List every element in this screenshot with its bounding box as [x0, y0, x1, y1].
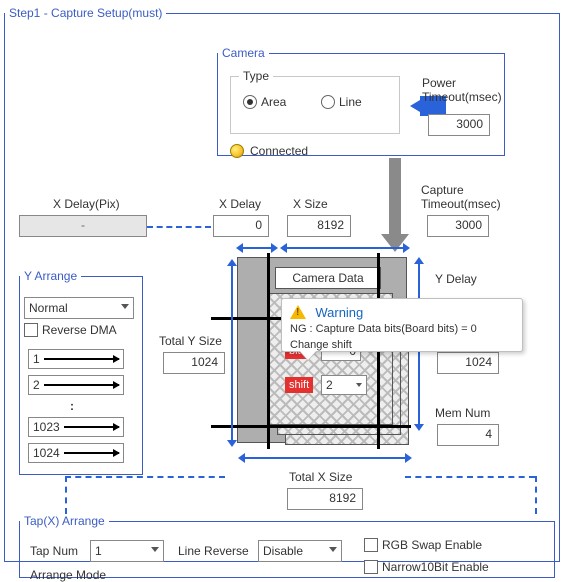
- radio-dot-icon: [243, 95, 257, 109]
- chevron-down-icon: [151, 547, 159, 552]
- y-row-1023: 1023: [28, 417, 124, 437]
- total-x-size-input[interactable]: 8192: [287, 488, 363, 510]
- arrange-mode-label: Arrange Mode: [30, 568, 106, 582]
- step1-fieldset: Step1 - Capture Setup(must) Camera Type …: [4, 6, 560, 562]
- checkbox-icon: [364, 560, 378, 574]
- shift-badge: shift: [285, 377, 313, 393]
- narrow10-checkbox[interactable]: Narrow10Bit Enable: [364, 560, 489, 574]
- shift-combo[interactable]: 2: [321, 375, 367, 395]
- dashed-connector: [535, 476, 537, 514]
- dashed-connector: [147, 226, 211, 228]
- warning-tooltip: Warning NG : Capture Data bits(Board bit…: [281, 298, 523, 352]
- reverse-dma-label: Reverse DMA: [42, 323, 117, 337]
- radio-line-label: Line: [339, 95, 362, 109]
- capture-timeout-input[interactable]: 3000: [427, 215, 489, 237]
- y-arrange-mode-value: Normal: [29, 301, 68, 315]
- y-row-2: 2: [28, 375, 124, 395]
- power-timeout-input[interactable]: 3000: [428, 114, 490, 136]
- warning-text-2: Change shift: [290, 338, 514, 352]
- arrow-right-icon: [44, 358, 119, 360]
- y-row-1024: 1024: [28, 443, 124, 463]
- tapx-legend: Tap(X) Arrange: [20, 514, 109, 528]
- camera-legend: Camera: [218, 46, 269, 60]
- radio-line[interactable]: Line: [321, 95, 362, 109]
- xdelay-label: X Delay: [219, 197, 261, 211]
- dim-arrow-totaly: [231, 266, 233, 440]
- chevron-down-icon: [121, 304, 129, 309]
- camera-type-label: Type: [239, 69, 273, 83]
- dim-arrow-xsize: [287, 247, 403, 249]
- arrow-right-icon: [44, 384, 119, 386]
- capture-timeout-label: Capture Timeout(msec): [421, 183, 501, 211]
- y-arrange-mode-combo[interactable]: Normal: [24, 297, 134, 319]
- memory-diagram: Camera Data bits 0 shift 2: [237, 257, 417, 453]
- mem-num-input[interactable]: 4: [437, 424, 499, 446]
- connected-label: Connected: [250, 144, 308, 158]
- tapx-fieldset: Tap(X) Arrange Tap Num 1 Line Reverse Di…: [19, 514, 555, 578]
- rgbswap-checkbox[interactable]: RGB Swap Enable: [364, 538, 482, 552]
- dashed-connector: [65, 476, 67, 514]
- arrow-right-icon: [64, 452, 119, 454]
- total-y-size-input[interactable]: 1024: [163, 352, 225, 374]
- led-icon: [230, 144, 244, 158]
- radio-area-label: Area: [261, 95, 286, 109]
- checkbox-icon: [364, 538, 378, 552]
- chevron-down-icon: [356, 383, 362, 387]
- ydelay-label: Y Delay: [435, 272, 477, 286]
- xdelay-input[interactable]: 0: [213, 215, 269, 237]
- total-x-size-label: Total X Size: [289, 470, 352, 484]
- dashed-connector: [405, 476, 535, 478]
- checkbox-icon: [24, 323, 38, 337]
- dim-arrow-xdelay: [243, 247, 271, 249]
- warning-text-1: NG : Capture Data bits(Board bits) = 0: [290, 322, 514, 336]
- xdelay-pix-label: X Delay(Pix): [53, 197, 120, 211]
- warning-title: Warning: [315, 305, 363, 320]
- y-row-dots: :: [70, 399, 74, 413]
- mem-num-label: Mem Num: [435, 406, 490, 420]
- camera-data-box: Camera Data: [275, 267, 381, 289]
- camera-type-group: Type Area Line: [230, 76, 400, 134]
- step1-legend: Step1 - Capture Setup(must): [5, 6, 166, 20]
- xsize-label: X Size: [293, 197, 328, 211]
- ysize-input[interactable]: 1024: [437, 352, 499, 374]
- linerev-label: Line Reverse: [178, 544, 249, 558]
- radio-dot-icon: [321, 95, 335, 109]
- tapnum-combo[interactable]: 1: [90, 540, 164, 562]
- linerev-combo[interactable]: Disable: [258, 540, 342, 562]
- chevron-down-icon: [329, 547, 337, 552]
- power-timeout-label: Power Timeout(msec): [422, 76, 502, 104]
- reverse-dma-checkbox[interactable]: Reverse DMA: [24, 323, 117, 337]
- camera-fieldset: Camera Type Area Line Connected Power Ti…: [217, 46, 505, 156]
- y-arrange-fieldset: Y Arrange Normal Reverse DMA 1 2 : 1023 …: [19, 269, 143, 475]
- y-row-1: 1: [28, 349, 124, 369]
- xsize-input[interactable]: 8192: [287, 215, 351, 237]
- dashed-connector: [65, 476, 225, 478]
- camera-connected-status: Connected: [230, 144, 308, 158]
- warning-icon: [290, 305, 306, 319]
- arrow-right-icon: [64, 426, 119, 428]
- y-arrange-legend: Y Arrange: [20, 269, 81, 283]
- dim-arrow-totalx: [245, 457, 405, 459]
- radio-area[interactable]: Area: [243, 95, 286, 109]
- total-y-size-label: Total Y Size: [159, 334, 222, 348]
- tapnum-label: Tap Num: [30, 544, 78, 558]
- xdelay-pix-input: -: [19, 215, 147, 237]
